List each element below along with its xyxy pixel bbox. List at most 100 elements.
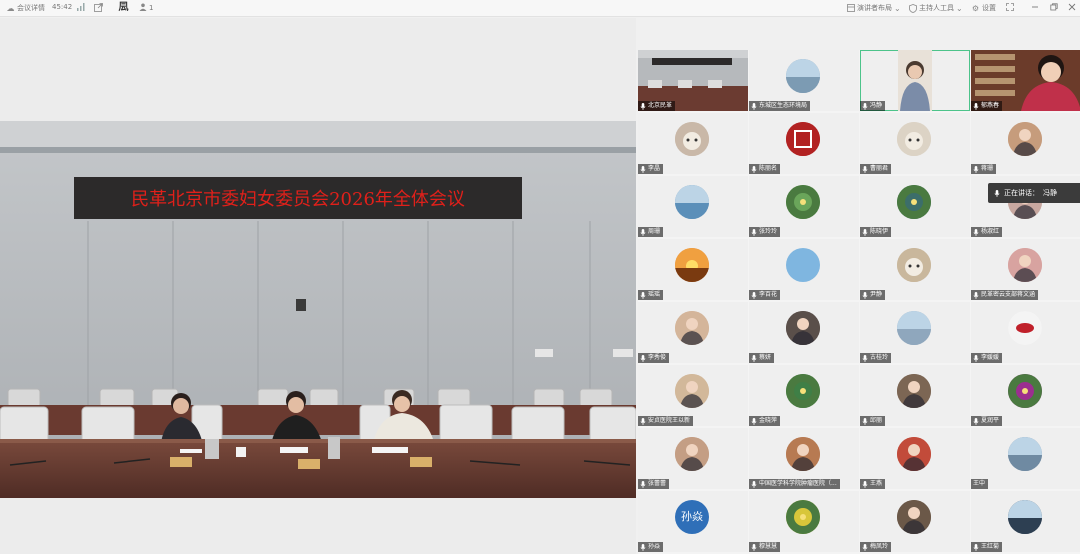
host-tools-button[interactable]: 主持人工具 ⌄ — [908, 3, 963, 13]
participant-tile[interactable]: 王红菊 — [971, 491, 1080, 552]
person-icon — [138, 3, 147, 12]
microphone-icon — [973, 354, 979, 362]
microphone-icon — [751, 291, 757, 299]
external-link-icon[interactable] — [94, 3, 103, 12]
participant-tile[interactable]: 李晶 — [638, 113, 748, 174]
participant-name-bar: 曹丽君 — [860, 164, 892, 174]
participant-name-bar: 古桂玲 — [860, 353, 892, 363]
participant-tile[interactable]: 周珊 — [638, 176, 748, 237]
participant-name: 尹静 — [870, 291, 883, 298]
participant-name: 北京民革 — [648, 102, 673, 109]
participant-avatar — [675, 122, 709, 156]
participant-avatar — [1008, 500, 1042, 534]
participant-tile[interactable]: 邱丽 — [860, 365, 970, 426]
participant-name: 梅凤玲 — [870, 543, 889, 550]
participant-tile[interactable]: 梅凤玲 — [860, 491, 970, 552]
participant-tile[interactable]: 李秀俊 — [638, 302, 748, 363]
participant-name: 金晓萍 — [759, 417, 778, 424]
microphone-icon — [862, 291, 868, 299]
participant-avatar — [1008, 311, 1042, 345]
microphone-icon — [862, 165, 868, 173]
participant-tile[interactable]: 李媛媛 — [971, 302, 1080, 363]
participant-name: 张玲玲 — [759, 228, 778, 235]
participant-avatar — [786, 185, 820, 219]
participant-tile[interactable]: 夏润平 — [971, 365, 1080, 426]
participant-tile[interactable]: 中国医学科学院肿瘤医院（... — [749, 428, 859, 489]
participant-tile[interactable]: 张玲玲 — [749, 176, 859, 237]
participant-name: 张蕾蕾 — [648, 480, 667, 487]
participant-name-bar: 金晓萍 — [749, 416, 781, 426]
speaking-label: 正在讲话： — [1004, 189, 1039, 197]
captions-icon[interactable]: 凨 — [118, 3, 129, 13]
signal-icon[interactable] — [77, 3, 85, 11]
microphone-icon — [973, 165, 979, 173]
participant-name-bar: 陈丽名 — [749, 164, 781, 174]
participant-name: 李晶 — [648, 165, 661, 172]
participant-avatar — [897, 248, 931, 282]
participant-tile[interactable]: 曹丽君 — [860, 113, 970, 174]
participant-tile[interactable]: 李百花 — [749, 239, 859, 300]
microphone-icon — [640, 228, 646, 236]
main-stage: 民革北京市委妇女委员会2026年全体会议 — [0, 18, 636, 554]
minimize-icon[interactable] — [1031, 3, 1039, 11]
microphone-icon — [751, 102, 757, 110]
participant-name: 杨淑红 — [981, 228, 1000, 235]
participant-tile[interactable]: 陈晓伊 — [860, 176, 970, 237]
participant-avatar — [897, 311, 931, 345]
participant-tile[interactable]: 蒋珊 — [971, 113, 1080, 174]
participant-avatar — [897, 185, 931, 219]
participant-tile[interactable]: 金晓萍 — [749, 365, 859, 426]
participant-name: 东城区生态环境局 — [759, 102, 808, 109]
settings-label: 设置 — [982, 4, 996, 12]
participant-tile[interactable]: 安贞医院王以新 — [638, 365, 748, 426]
participant-name-bar: 陈晓伊 — [860, 227, 892, 237]
microphone-icon — [862, 480, 868, 488]
participant-name-bar: 张蕾蕾 — [638, 479, 670, 489]
participant-tile[interactable]: 郁燕春 — [971, 50, 1080, 111]
participant-tile[interactable]: 穆慧慧 — [749, 491, 859, 552]
participant-name-bar: 李晶 — [638, 164, 664, 174]
participant-tile[interactable]: 张蕾蕾 — [638, 428, 748, 489]
participant-avatar — [786, 248, 820, 282]
participant-tile[interactable]: 蔡妍 — [749, 302, 859, 363]
participant-tile[interactable]: 尹静 — [860, 239, 970, 300]
participant-name: 蒋珊 — [981, 165, 994, 172]
microphone-icon — [640, 417, 646, 425]
participant-name-bar: 夏润平 — [971, 416, 1003, 426]
participant-name-bar: 北京民革 — [638, 101, 676, 111]
host-tools-label: 主持人工具 — [919, 4, 954, 12]
participant-name: 周珊 — [648, 228, 661, 235]
participant-name-bar: 孙焱 — [638, 542, 664, 552]
shared-video-feed[interactable]: 民革北京市委妇女委员会2026年全体会议 — [0, 121, 636, 498]
participant-tile[interactable]: 北京民革 — [638, 50, 748, 111]
microphone-icon — [973, 417, 979, 425]
meeting-details-button[interactable]: ☁ 会议详情 — [6, 3, 46, 13]
microphone-icon — [751, 417, 757, 425]
participant-avatar — [675, 185, 709, 219]
microphone-icon — [862, 417, 868, 425]
microphone-icon — [862, 102, 868, 110]
participant-tile[interactable]: 王燕 — [860, 428, 970, 489]
settings-button[interactable]: ⚙ 设置 — [971, 3, 996, 13]
participant-tile[interactable]: 王中 — [971, 428, 1080, 489]
participant-name: 曹丽君 — [870, 165, 889, 172]
participant-tile[interactable]: 民革密云支部蒋文涵 — [971, 239, 1080, 300]
participants-button[interactable]: 1 — [138, 3, 153, 12]
participant-tile[interactable]: 冯静 — [860, 50, 970, 111]
duration-label: 45:42 — [52, 3, 73, 11]
close-icon[interactable] — [1068, 3, 1076, 11]
participant-name: 民革密云支部蒋文涵 — [981, 291, 1036, 298]
presenter-layout-label: 演讲者布局 — [857, 4, 892, 12]
participant-name: 王中 — [973, 480, 986, 487]
participant-tile[interactable]: 孙焱 孙焱 — [638, 491, 748, 552]
fullscreen-icon[interactable] — [1006, 3, 1014, 11]
restore-icon[interactable] — [1050, 3, 1058, 11]
participant-tile[interactable]: 瑶瑶 — [638, 239, 748, 300]
presenter-layout-button[interactable]: 演讲者布局 ⌄ — [846, 3, 901, 13]
participant-name-bar: 李百花 — [749, 290, 781, 300]
participant-tile[interactable]: 东城区生态环境局 — [749, 50, 859, 111]
conference-room-scene: 民革北京市委妇女委员会2026年全体会议 — [0, 121, 636, 498]
gear-icon: ⚙ — [971, 3, 980, 13]
participant-tile[interactable]: 陈丽名 — [749, 113, 859, 174]
participant-tile[interactable]: 古桂玲 — [860, 302, 970, 363]
